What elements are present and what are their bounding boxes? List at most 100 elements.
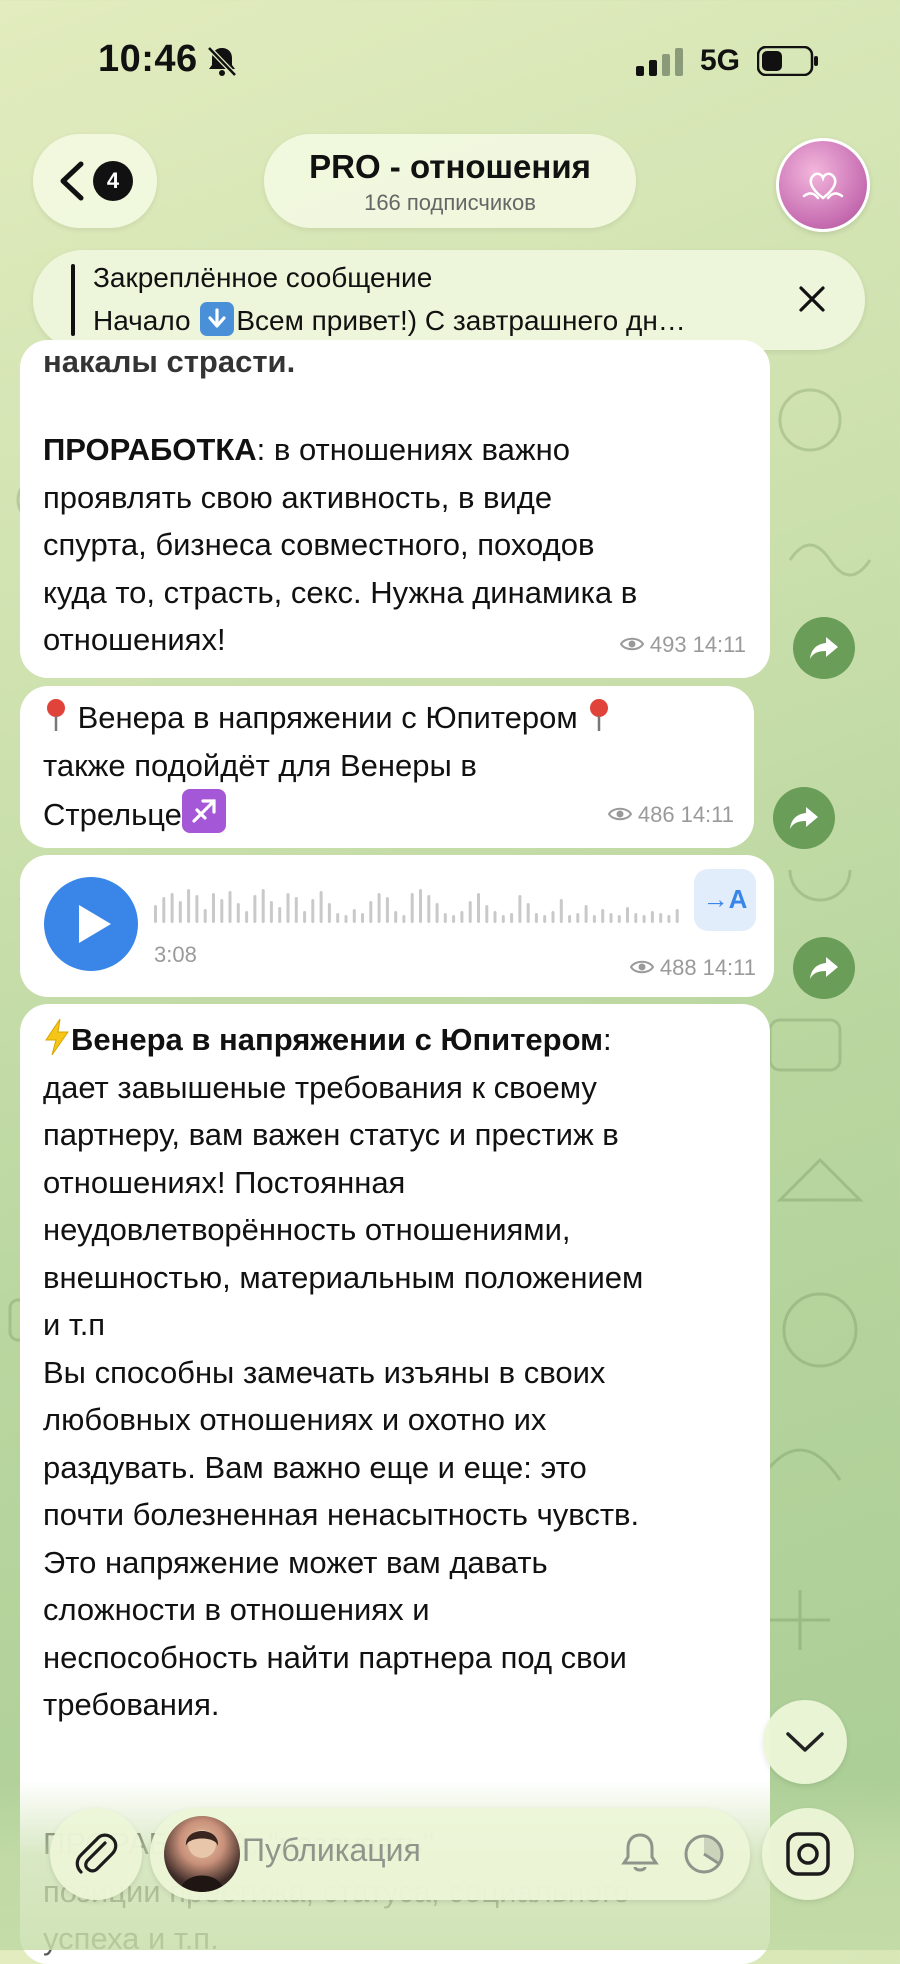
waveform-bar xyxy=(534,913,538,923)
waveform-bar xyxy=(609,913,613,923)
message-meta: 486 14:11 xyxy=(607,791,734,839)
waveform-bar xyxy=(518,895,522,923)
message-composer[interactable]: Публикация xyxy=(150,1808,750,1900)
waveform-bar xyxy=(178,901,182,923)
sagittarius-icon xyxy=(181,789,226,833)
waveform-bar xyxy=(667,915,671,923)
down-arrow-emoji-icon xyxy=(200,302,235,336)
status-time: 10:46 xyxy=(98,38,198,80)
message-bubble[interactable]: Венера в напряжении с Юпитером также под… xyxy=(20,686,754,848)
play-button[interactable] xyxy=(44,877,138,971)
message-line: Венера в напряжении с Юпитером xyxy=(43,694,743,742)
attach-button[interactable] xyxy=(50,1808,142,1900)
message-time: 14:11 xyxy=(680,801,734,827)
camera-button[interactable] xyxy=(762,1808,854,1900)
waveform-bar xyxy=(477,893,480,923)
pinned-label: Закреплённое сообщение xyxy=(93,262,433,293)
waveform-bar xyxy=(402,915,406,923)
waveform-bar xyxy=(419,889,422,923)
waveform-bar xyxy=(551,911,555,923)
channel-title[interactable]: PRO - отношения 166 подписчиков xyxy=(264,134,636,228)
channel-avatar[interactable] xyxy=(776,138,870,232)
waveform-bar xyxy=(344,915,348,923)
message-partial-heading: накалы страсти. xyxy=(43,344,296,379)
message-body: : дает завышеные требования к своему пар… xyxy=(43,1022,644,1722)
waveform-bar xyxy=(634,913,638,923)
camera-icon xyxy=(786,1832,830,1876)
paperclip-icon xyxy=(75,1833,118,1874)
message-bold-heading: Венера в напряжении с Юпитером xyxy=(71,1022,604,1057)
waveform-bar xyxy=(452,915,456,923)
waveform-bar xyxy=(626,907,629,923)
message-bold-heading: ПРОРАБОТКА xyxy=(43,432,257,467)
waveform-bar xyxy=(303,911,307,923)
pin-emoji-icon xyxy=(590,699,609,731)
pinned-text-after: Всем привет!) С завтрашнего дн… xyxy=(236,305,686,336)
waveform-bar xyxy=(154,905,157,923)
waveform-bar xyxy=(269,901,273,923)
channel-name: PRO - отношения xyxy=(309,148,591,185)
eye-icon xyxy=(619,638,644,651)
view-count: 486 xyxy=(637,801,675,827)
scroll-down-button[interactable] xyxy=(763,1700,847,1784)
chevron-left-icon xyxy=(60,161,84,201)
waveform-bar xyxy=(576,913,580,923)
network-type: 5G xyxy=(700,44,741,77)
message-bubble[interactable]: накалы страсти. ПРОРАБОТКА: в отношениях… xyxy=(20,340,770,678)
share-button[interactable] xyxy=(793,617,855,679)
waveform-bar xyxy=(369,901,373,923)
waveform-bar xyxy=(468,901,472,923)
timer-icon[interactable] xyxy=(682,1832,726,1876)
waveform-bar xyxy=(212,893,215,923)
waveform-bar xyxy=(675,909,679,923)
waveform-bar xyxy=(592,915,596,923)
close-icon[interactable] xyxy=(795,282,829,316)
pin-emoji-icon xyxy=(47,699,65,731)
share-button[interactable] xyxy=(773,787,835,849)
signal-icon xyxy=(636,48,683,76)
waveform-bar xyxy=(617,915,621,923)
waveform-bar xyxy=(559,899,563,923)
message-line-3: Стрельце xyxy=(43,797,182,832)
play-icon xyxy=(79,905,111,943)
waveform-bar xyxy=(394,911,398,923)
waveform-bar xyxy=(427,895,431,923)
waveform-bar xyxy=(584,905,588,923)
waveform-bar xyxy=(543,915,547,923)
waveform-bar xyxy=(187,889,191,923)
pinned-message-bar[interactable]: Закреплённое сообщение Начало Всем приве… xyxy=(33,250,865,350)
waveform-bar xyxy=(377,893,381,923)
waveform-bar xyxy=(336,913,340,923)
sender-avatar[interactable] xyxy=(164,1816,240,1892)
waveform-bar xyxy=(319,891,323,923)
voice-message-bubble[interactable]: 3:08 →A 488 14:11 xyxy=(20,855,774,997)
bell-icon[interactable] xyxy=(618,1830,662,1876)
battery-icon xyxy=(757,46,818,76)
message-meta: 493 14:11 xyxy=(619,621,746,669)
share-arrow-icon xyxy=(810,957,838,979)
message-meta: 488 14:11 xyxy=(629,944,756,992)
waveform-bar xyxy=(170,893,174,923)
waveform-bar xyxy=(410,893,414,923)
waveform-bar xyxy=(327,903,331,923)
person-avatar-icon xyxy=(180,1830,224,1892)
waveform-bar xyxy=(501,915,505,923)
waveform-bar xyxy=(650,911,654,923)
waveform-bar xyxy=(162,897,166,923)
waveform-bar xyxy=(286,893,290,923)
pinned-preview: Начало Всем привет!) С завтрашнего дн… xyxy=(93,302,803,337)
back-button[interactable]: 4 xyxy=(33,134,157,228)
waveform-bar xyxy=(352,909,356,923)
eye-icon xyxy=(607,808,632,821)
waveform-bar xyxy=(245,911,249,923)
waveform-bar xyxy=(203,909,207,923)
waveform-bar xyxy=(601,909,605,923)
voice-waveform[interactable] xyxy=(154,887,684,923)
share-arrow-icon xyxy=(810,637,838,659)
waveform-bar xyxy=(435,903,439,923)
transcribe-button[interactable]: →A xyxy=(694,869,756,931)
share-button[interactable] xyxy=(793,937,855,999)
subscriber-count: 166 подписчиков xyxy=(364,190,536,215)
status-bar: 10:46 5G xyxy=(0,0,900,120)
message-text: Венера в напряжении с Юпитером: дает зав… xyxy=(43,1016,763,1729)
